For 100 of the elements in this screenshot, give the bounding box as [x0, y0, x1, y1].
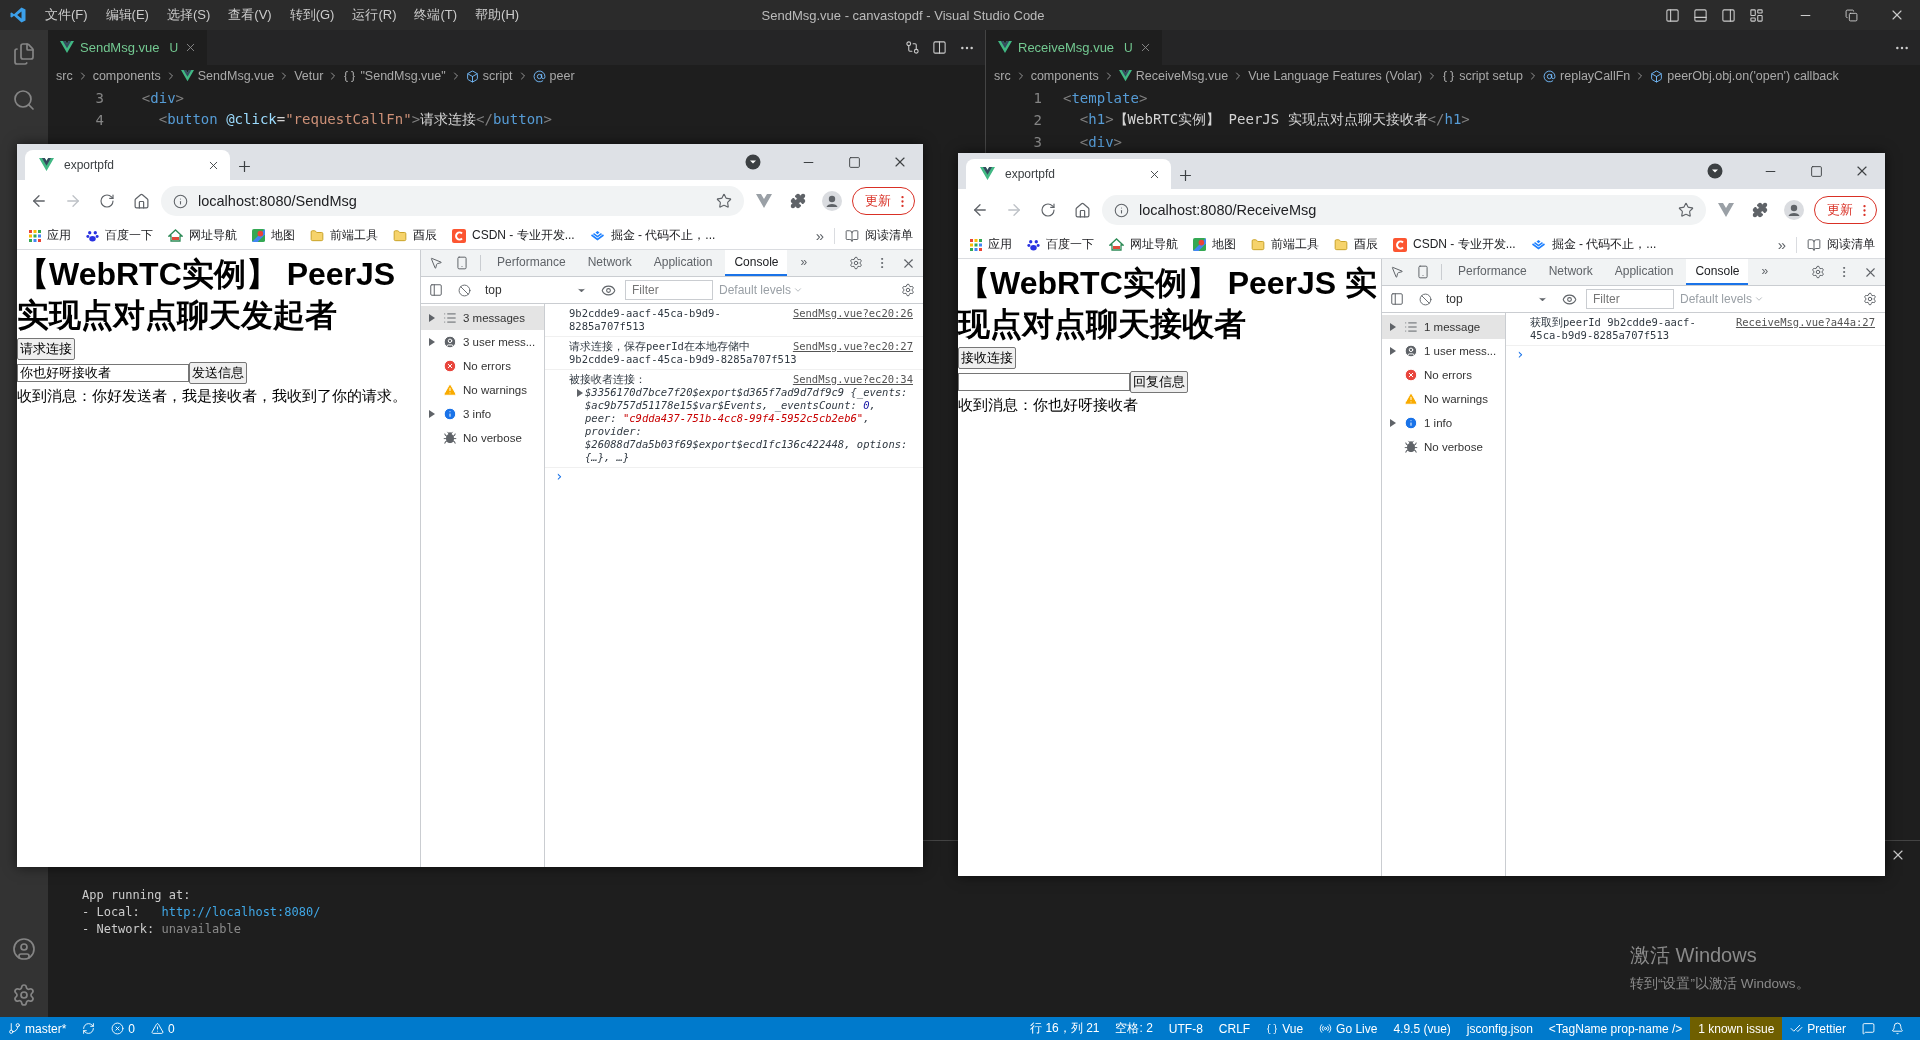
- expand-arrow-icon[interactable]: [577, 389, 583, 397]
- extensions-icon[interactable]: [1752, 202, 1768, 218]
- settings-icon[interactable]: [1811, 265, 1825, 279]
- menu-item[interactable]: 运行(R): [343, 6, 406, 24]
- connect-button[interactable]: 接收连接: [958, 347, 1016, 369]
- device-toolbar-icon[interactable]: [455, 256, 469, 270]
- more-tabs[interactable]: »: [791, 250, 817, 276]
- home-icon[interactable]: [1073, 201, 1091, 219]
- bookmark-item[interactable]: 百度一下: [1027, 236, 1094, 253]
- menu-item[interactable]: 转到(G): [280, 6, 344, 24]
- editor-tab[interactable]: SendMsg.vue U: [48, 30, 208, 65]
- address-bar[interactable]: localhost:8080/ReceiveMsg: [1102, 195, 1706, 225]
- status-item[interactable]: 行 16，列 21: [1022, 1017, 1108, 1040]
- clear-console-icon[interactable]: [1418, 292, 1432, 306]
- bookmark-item[interactable]: 网址导航: [168, 227, 237, 244]
- breadcrumb-item[interactable]: components: [90, 69, 163, 83]
- more-bookmarks[interactable]: »: [1777, 236, 1786, 253]
- status-item[interactable]: 0: [103, 1017, 144, 1040]
- console-sidebar-item[interactable]: No verbose: [421, 426, 544, 450]
- settings-icon[interactable]: [849, 256, 863, 270]
- avatar-icon[interactable]: [822, 191, 842, 211]
- breadcrumb-item[interactable]: SendMsg.vue: [178, 69, 277, 83]
- eye-icon[interactable]: [600, 282, 616, 298]
- bookmark-item[interactable]: CSDN - 专业开发...: [1393, 236, 1516, 253]
- account-icon[interactable]: [12, 937, 36, 961]
- bookmark-star-icon[interactable]: [1678, 202, 1694, 218]
- v-extension-icon[interactable]: [1718, 203, 1734, 217]
- toggle-panel-icon[interactable]: [1692, 7, 1708, 23]
- inspect-icon[interactable]: [429, 256, 443, 270]
- bookmark-item[interactable]: 地图: [252, 227, 295, 244]
- device-toolbar-icon[interactable]: [1416, 265, 1430, 279]
- console-sidebar-item[interactable]: 1 message: [1382, 315, 1505, 339]
- devtools-tab[interactable]: Console: [1686, 259, 1749, 285]
- console-prompt[interactable]: ›: [1506, 346, 1525, 362]
- console-sidebar-item[interactable]: 1 info: [1382, 411, 1505, 435]
- bookmark-star-icon[interactable]: [716, 193, 732, 209]
- console-sidebar-item[interactable]: No errors: [421, 354, 544, 378]
- status-item[interactable]: 1 known issue: [1690, 1017, 1783, 1040]
- explorer-icon[interactable]: [12, 42, 36, 66]
- send-button[interactable]: 发送信息: [189, 362, 247, 384]
- breadcrumb-item[interactable]: "SendMsg.vue": [341, 69, 448, 83]
- reload-icon[interactable]: [1040, 202, 1056, 218]
- expand-arrow-icon[interactable]: [1390, 419, 1396, 427]
- status-item[interactable]: Prettier: [1782, 1017, 1854, 1040]
- menu-item[interactable]: 帮助(H): [466, 6, 529, 24]
- console-sidebar-item[interactable]: 3 info: [421, 402, 544, 426]
- message-input[interactable]: 你也好呀接收者: [17, 364, 189, 382]
- filter-input[interactable]: Filter: [1586, 289, 1674, 309]
- back-icon[interactable]: [971, 201, 989, 219]
- tab-search-icon[interactable]: [745, 154, 761, 170]
- restore-icon[interactable]: [1844, 8, 1858, 22]
- browser-tab[interactable]: exportpfd: [966, 159, 1171, 189]
- source-link[interactable]: ReceiveMsg.vue?a44a:27: [1735, 316, 1875, 329]
- expand-arrow-icon[interactable]: [429, 338, 435, 346]
- menu-item[interactable]: 终端(T): [405, 6, 467, 24]
- bookmark-item[interactable]: 应用: [970, 236, 1012, 253]
- breadcrumb-item[interactable]: components: [1028, 69, 1101, 83]
- breadcrumb-item[interactable]: script setup: [1440, 69, 1526, 83]
- devtools-tab[interactable]: Performance: [488, 250, 575, 276]
- bookmark-item[interactable]: 掘金 - 代码不止，...: [589, 227, 716, 244]
- clear-console-icon[interactable]: [457, 283, 471, 297]
- breadcrumb-item[interactable]: replayCallFn: [1541, 69, 1633, 83]
- status-item[interactable]: CRLF: [1210, 1017, 1259, 1040]
- console-sidebar-item[interactable]: 3 user mess...: [421, 330, 544, 354]
- editor-tab[interactable]: ReceiveMsg.vue U: [986, 30, 1162, 65]
- bookmark-item[interactable]: 网址导航: [1109, 236, 1178, 253]
- compare-changes-icon[interactable]: [905, 40, 920, 55]
- status-item[interactable]: <TagName prop-name />: [1540, 1017, 1691, 1040]
- address-bar[interactable]: localhost:8080/SendMsg: [161, 186, 744, 216]
- connect-button[interactable]: 请求连接: [17, 338, 75, 360]
- more-tabs[interactable]: »: [1752, 259, 1778, 285]
- bookmark-item[interactable]: 地图: [1193, 236, 1236, 253]
- bookmark-item[interactable]: 百度一下: [86, 227, 153, 244]
- maximize-icon[interactable]: [1809, 164, 1823, 178]
- expand-arrow-icon[interactable]: [429, 314, 435, 322]
- extensions-icon[interactable]: [790, 193, 806, 209]
- status-item[interactable]: jsconfig.json: [1458, 1017, 1541, 1040]
- v-extension-icon[interactable]: [756, 194, 772, 208]
- more-bookmarks[interactable]: »: [815, 227, 824, 244]
- bookmark-item[interactable]: 酉辰: [393, 227, 437, 244]
- toggle-secondary-sidebar-icon[interactable]: [1720, 7, 1736, 23]
- breadcrumb-item[interactable]: Vetur: [292, 69, 326, 83]
- console-sidebar-item[interactable]: 3 messages: [421, 306, 544, 330]
- tab-search-icon[interactable]: [1707, 163, 1723, 179]
- back-icon[interactable]: [30, 192, 48, 210]
- status-item[interactable]: 0: [143, 1017, 183, 1040]
- bookmark-item[interactable]: CSDN - 专业开发...: [452, 227, 575, 244]
- reading-list-button[interactable]: 阅读清单: [845, 227, 913, 244]
- status-item[interactable]: 空格: 2: [1107, 1017, 1161, 1040]
- console-sidebar-item[interactable]: No warnings: [421, 378, 544, 402]
- status-item[interactable]: UTF-8: [1160, 1017, 1211, 1040]
- sidebar-toggle-icon[interactable]: [429, 283, 443, 297]
- bookmark-item[interactable]: 掘金 - 代码不止，...: [1530, 236, 1657, 253]
- status-item[interactable]: master*: [0, 1017, 75, 1040]
- maximize-icon[interactable]: [847, 155, 861, 169]
- bookmark-item[interactable]: 应用: [29, 227, 71, 244]
- browser-tab[interactable]: exportpfd: [25, 150, 230, 180]
- context-select[interactable]: top: [1442, 292, 1552, 306]
- breadcrumb-item[interactable]: peerObj.obj.on('open') callback: [1648, 69, 1841, 83]
- devtools-tab[interactable]: Application: [644, 250, 722, 276]
